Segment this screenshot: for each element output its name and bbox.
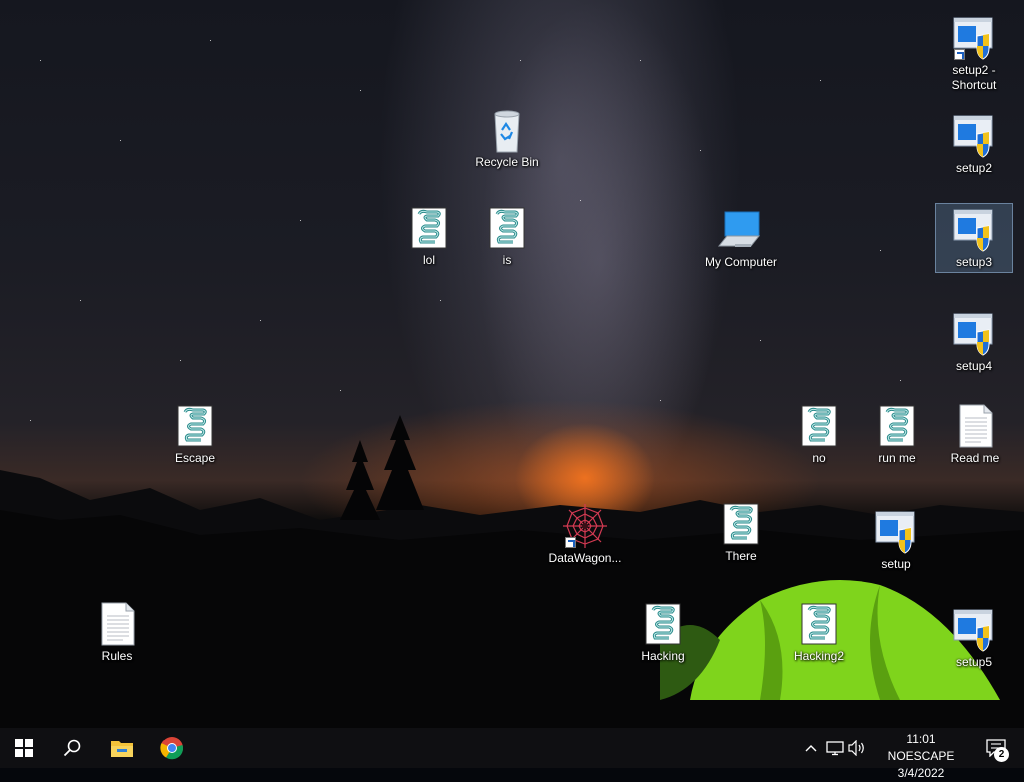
recycle-bin-icon [483,106,531,154]
installer-shield-icon [950,310,998,358]
desktop-icon-label: Read me [950,451,1000,465]
script-file-icon [795,600,843,648]
desktop-icon-setup5[interactable]: setup5 [936,604,1012,670]
script-file-icon [873,402,921,450]
shortcut-arrow-icon [954,49,965,60]
desktop-icon-setup[interactable]: setup [858,506,934,572]
text-file-icon [951,402,999,450]
chevron-up-icon [805,745,817,752]
spider-web-icon [561,502,609,550]
desktop-icon-run-me[interactable]: run me [859,400,935,466]
desktop-icon-label: lol [422,253,435,267]
installer-shield-icon [950,206,998,254]
desktop-icon-label: Hacking2 [793,649,845,663]
desktop-icon-label: Escape [174,451,216,465]
file-explorer-icon [111,741,133,757]
computer-icon [717,206,765,254]
script-file-icon [171,402,219,450]
desktop-icon-label: setup [881,557,911,571]
script-file-icon [405,204,453,252]
desktop-icon-no[interactable]: no [781,400,857,466]
desktop-icon-setup2[interactable]: setup2 [936,110,1012,176]
desktop-icon-escape[interactable]: Escape [157,400,233,466]
desktop-icon-hacking2[interactable]: Hacking2 [781,598,857,664]
text-file-icon [93,600,141,648]
clock-time: 11:01 NOESCAPE [887,732,955,763]
desktop-icon-label: My Computer [704,255,778,269]
search-button[interactable] [48,728,96,768]
installer-shield-icon [950,606,998,654]
desktop-icon-label: Rules [101,649,133,663]
script-file-icon [639,600,687,648]
desktop-icon-setup4[interactable]: setup4 [936,308,1012,374]
network-button[interactable] [824,728,846,768]
desktop-icon-label: no [812,451,826,465]
desktop-icon-rules[interactable]: Rules [79,598,155,664]
notification-count-badge: 2 [994,747,1009,762]
desktop-icon-label: There [725,549,757,563]
desktop-icon-datawagon[interactable]: DataWagon... [545,500,625,566]
desktop-icon-lol[interactable]: lol [391,202,467,268]
desktop-icon-there[interactable]: There [703,498,779,564]
show-hidden-icons-button[interactable] [800,728,822,768]
desktop-icon-label: DataWagon... [548,551,622,565]
taskbar: 11:01 NOESCAPE 3/4/2022 2 [0,728,1024,780]
desktop[interactable]: setup2 - Shortcut setup2 setup3 setup4 s… [0,0,1024,728]
desktop-icon-label: run me [878,451,916,465]
desktop-icon-label: setup2 - Shortcut [951,63,997,92]
desktop-icon-label: setup3 [955,255,993,269]
script-file-icon [483,204,531,252]
desktop-icon-label: Recycle Bin [475,155,539,169]
start-button[interactable] [0,728,48,768]
desktop-icon-label: is [502,253,512,267]
desktop-icon-recycle-bin[interactable]: Recycle Bin [469,104,545,170]
chrome-icon [160,737,184,760]
chrome-button[interactable] [148,728,196,768]
shortcut-arrow-icon [565,537,576,548]
action-center-button[interactable]: 2 [976,728,1016,768]
desktop-icon-label: Hacking [641,649,685,663]
desktop-icon-is[interactable]: is [469,202,545,268]
search-icon [63,739,81,757]
volume-button[interactable] [846,728,868,768]
clock[interactable]: 11:01 NOESCAPE 3/4/2022 [872,731,970,782]
installer-shield-icon [950,112,998,160]
file-explorer-button[interactable] [98,728,146,768]
desktop-icon-label: setup2 [955,161,993,175]
desktop-icon-label: setup4 [955,359,993,373]
installer-shield-icon [872,508,920,556]
script-file-icon [717,500,765,548]
desktop-icon-label: setup5 [955,655,993,669]
desktop-icon-setup2-shortcut[interactable]: setup2 - Shortcut [936,12,1012,93]
desktop-icon-my-computer[interactable]: My Computer [702,204,780,270]
desktop-icon-hacking[interactable]: Hacking [625,598,701,664]
script-file-icon [795,402,843,450]
speaker-icon [848,740,864,756]
desktop-icon-setup3[interactable]: setup3 [935,203,1013,273]
network-icon [826,741,844,756]
installer-shield-icon [950,14,998,62]
windows-logo-icon [15,739,33,757]
desktop-icon-read-me[interactable]: Read me [937,400,1013,466]
